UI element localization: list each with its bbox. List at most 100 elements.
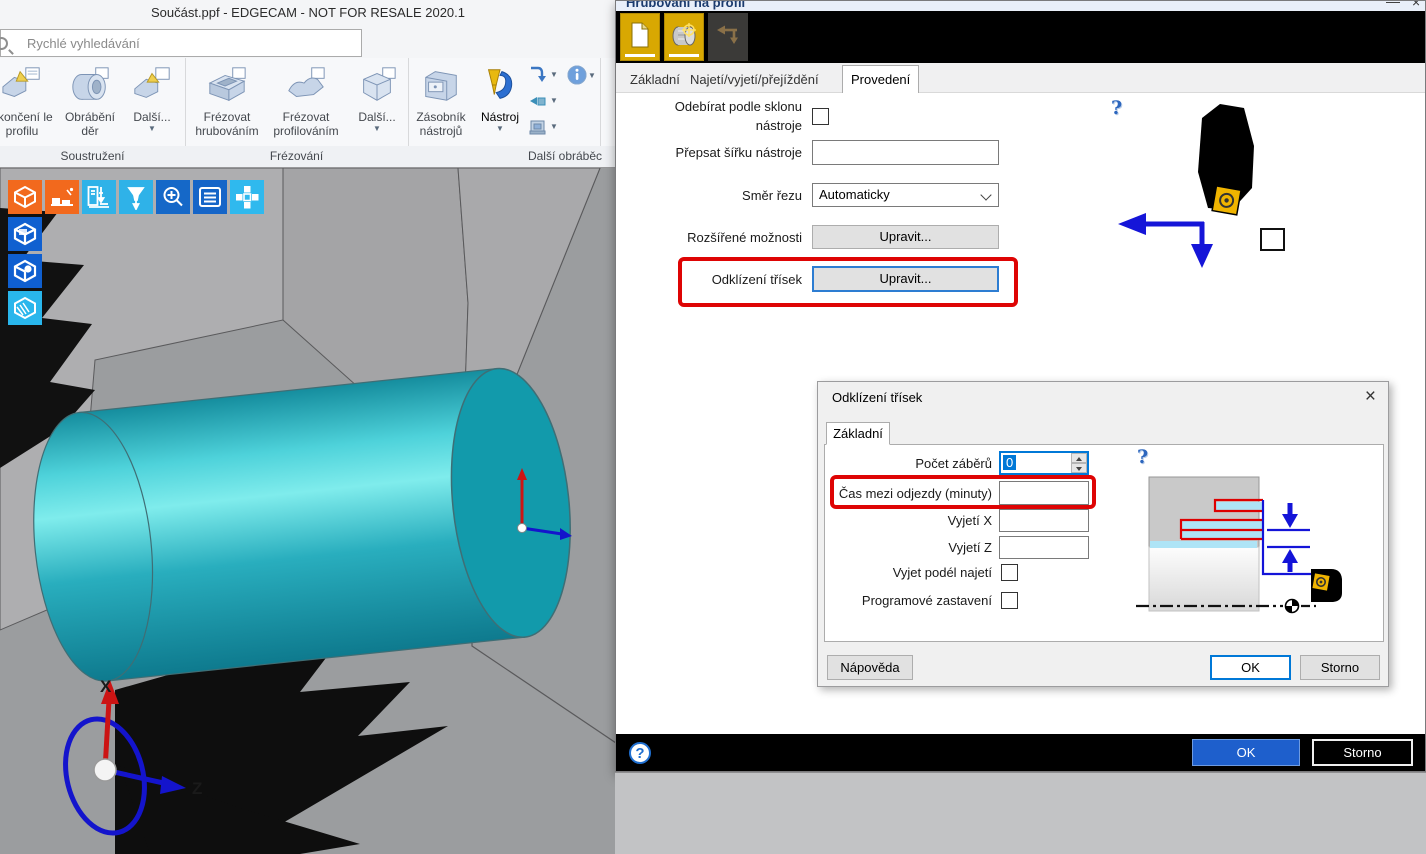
chevron-down-icon: ▼ [472, 124, 528, 134]
dialog-content: Odebírat podle sklonu nástroje Přepsat š… [617, 93, 1426, 734]
tool-width-input[interactable] [812, 140, 999, 165]
search-input[interactable] [27, 32, 347, 54]
group-label-milling: Frézování [185, 149, 408, 163]
program-stop-checkbox[interactable] [1001, 592, 1018, 609]
advanced-options-edit-button[interactable]: Upravit... [812, 225, 999, 249]
dialog-titlebar[interactable]: Hrubování na profil — × [616, 1, 1425, 11]
chevron-down-icon: ▼ [550, 70, 558, 79]
info-button[interactable]: ▼ [566, 64, 596, 86]
dialog-footer: ? OK Storno [616, 734, 1425, 772]
layout-grid-icon[interactable] [230, 180, 264, 214]
zoom-extents-icon[interactable] [156, 180, 190, 214]
info-icon [566, 64, 588, 86]
new-document-button[interactable] [620, 13, 660, 61]
passes-value: 0 [1003, 455, 1016, 470]
desktop-area [615, 772, 1426, 854]
ribbon-button-tool[interactable]: Nástroj ▼ [472, 60, 528, 146]
feature-list-icon[interactable] [193, 180, 227, 214]
retract-along-checkbox[interactable] [1001, 564, 1018, 581]
stock-cylinder-icon [670, 22, 698, 48]
machine-setup-icon[interactable] [82, 180, 116, 214]
tab-zakladni[interactable]: Základní [622, 67, 688, 93]
chevron-down-icon: ▼ [550, 122, 558, 131]
label-cut-direction: Směr řezu [617, 188, 802, 203]
minimize-icon[interactable]: — [1386, 1, 1400, 9]
slope-checkbox[interactable] [812, 108, 829, 125]
ribbon-button-more-milling[interactable]: Další... ▼ [348, 60, 406, 146]
subdialog-storno-button[interactable]: Storno [1300, 655, 1380, 680]
dialog-tab-strip: Základní Najetí/vyjetí/přejíždění Proved… [616, 63, 1425, 93]
chip-clearance-diagram [1134, 451, 1384, 641]
subdialog-help-button[interactable]: Nápověda [827, 655, 913, 680]
section-view-icon[interactable] [8, 291, 42, 325]
dialog-storno-button[interactable]: Storno [1312, 739, 1413, 766]
ribbon-button-hole-machining[interactable]: Obrábění děr [58, 60, 122, 146]
label-exit-z: Vyjetí Z [825, 540, 992, 555]
stock-hole-view-icon[interactable] [8, 254, 42, 288]
subdialog-ok-button[interactable]: OK [1210, 655, 1291, 680]
more-milling-icon [348, 60, 406, 110]
select-stock-button[interactable] [664, 13, 704, 61]
edgecam-app: Součást.ppf - EDGECAM - NOT FOR RESALE 2… [0, 0, 1426, 854]
dialog-hrubovani-na-profil: Hrubování na profil — × Základní Najetí/… [615, 0, 1426, 772]
tool-magazine-icon [412, 60, 470, 110]
annotation-red-box-chip-clearance [678, 257, 1018, 307]
reference-square [1261, 229, 1284, 250]
label-retract-along: Vyjet podél najetí [825, 565, 992, 580]
more-turning-icon [124, 60, 180, 110]
rough-milling-icon [190, 60, 264, 110]
subdialog-title: Odklízení třísek [832, 390, 922, 405]
ribbon-button-rough-milling[interactable]: Frézovat hrubováním [190, 60, 264, 146]
ribbon-button-tool-magazine[interactable]: Zásobník nástrojů [412, 60, 470, 146]
exit-z-input[interactable] [999, 536, 1089, 559]
quick-search[interactable] [0, 29, 362, 57]
return-button[interactable] [708, 13, 748, 61]
group-label-other: Další obráběc [500, 149, 630, 163]
dialog-toolbar [616, 11, 1425, 63]
passes-spinner[interactable]: 0 [999, 451, 1089, 475]
centerline-symbol [1286, 600, 1299, 613]
stock-cylinder[interactable] [21, 363, 582, 688]
insert-icon [1212, 186, 1241, 215]
axis-label-x: X [100, 677, 112, 696]
ribbon-button-more-turning[interactable]: Další... ▼ [124, 60, 180, 146]
machining-sequence-icon[interactable] [45, 180, 79, 214]
chevron-down-icon: ▼ [550, 96, 558, 105]
tool-icon [472, 60, 528, 110]
retract-move-icon [528, 91, 548, 111]
spin-up-icon[interactable] [1071, 453, 1087, 463]
ribbon-button-profile-milling[interactable]: Frézovat profilováním [268, 60, 344, 146]
search-icon [0, 37, 8, 50]
viewport-toolbar [8, 180, 267, 328]
exit-x-input[interactable] [999, 509, 1089, 532]
tool-icon [1311, 569, 1342, 602]
window-titlebar: Součást.ppf - EDGECAM - NOT FOR RESALE 2… [0, 0, 616, 26]
window-title: Součást.ppf - EDGECAM - NOT FOR RESALE 2… [151, 5, 465, 20]
close-icon[interactable]: × [1412, 1, 1420, 10]
spin-down-icon[interactable] [1071, 463, 1087, 473]
cut-direction-select[interactable]: Automaticky [812, 183, 999, 207]
stock-cube-icon[interactable] [8, 180, 42, 214]
tool-orientation-graphic [1102, 96, 1307, 276]
simulate-machine-button[interactable]: ▼ [528, 114, 558, 139]
finish-profile-icon [0, 60, 58, 110]
tab-najeti-vyjeti[interactable]: Najetí/vyjetí/přejíždění [682, 67, 827, 93]
dialog-odklizeni-trisek: Odklízení třísek × Základní Počet záběrů… [817, 381, 1389, 687]
toolholder-icon[interactable] [119, 180, 153, 214]
shaded-view-icon[interactable] [8, 217, 42, 251]
ribbon-button-finish-profile[interactable]: okončení le profilu [0, 60, 58, 146]
ribbon: okončení le profilu Obrábění děr Další..… [0, 58, 616, 146]
feed-move-button[interactable]: ▼ [528, 62, 558, 87]
ribbon-groupbar: Soustružení Frézování Další obráběc [0, 146, 616, 168]
close-icon[interactable]: × [1365, 386, 1376, 408]
help-icon[interactable]: ? [629, 742, 651, 764]
viewport-3d[interactable]: X Z [0, 168, 616, 854]
group-label-turning: Soustružení [0, 149, 185, 163]
dialog-ok-button[interactable]: OK [1192, 739, 1300, 766]
tab-provedeni[interactable]: Provedení [842, 65, 919, 94]
chevron-down-icon: ▼ [588, 71, 596, 80]
retract-move-button[interactable]: ▼ [528, 88, 558, 113]
return-arrow-icon [715, 23, 741, 47]
subdialog-tab-zakladni[interactable]: Základní [826, 422, 890, 445]
chevron-down-icon [980, 189, 991, 200]
